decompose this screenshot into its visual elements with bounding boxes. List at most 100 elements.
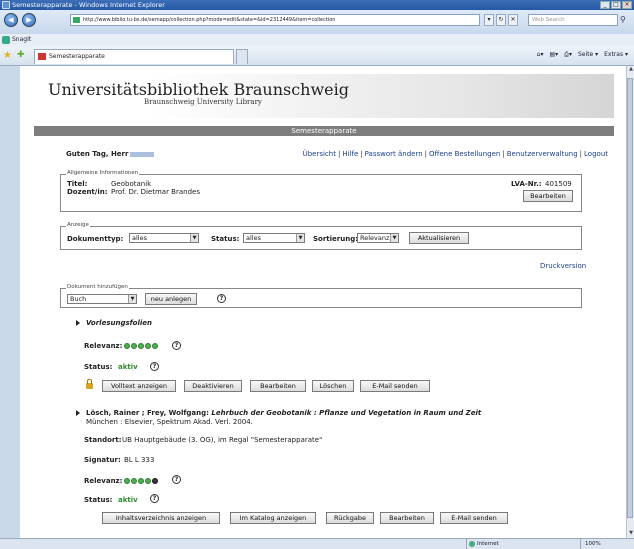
relevance-dot-icon (145, 343, 151, 349)
nav-hilfe[interactable]: Hilfe (342, 150, 358, 158)
add-document-legend: Dokument hinzufügen (66, 284, 129, 290)
relevance-dot-icon (131, 343, 137, 349)
status-select[interactable]: alles ▼ (243, 233, 305, 243)
relevance-dot-icon (138, 478, 144, 484)
page-viewport: Universitätsbibliothek Braunschweig Brau… (20, 66, 626, 538)
item2-publisher: München : Elsevier, Spektrum Akad. Verl.… (86, 418, 253, 426)
forward-button[interactable]: ▶ (22, 13, 36, 27)
signature-value: BL L 333 (124, 456, 155, 464)
lva-value: 401509 (545, 180, 572, 188)
lock-icon (86, 379, 93, 389)
doc-type-select[interactable]: Buch ▼ (67, 294, 137, 304)
address-dropdown-icon[interactable]: ▾ (484, 14, 494, 26)
lecturer-value: Prof. Dr. Dietmar Brandes (111, 188, 200, 196)
expand-triangle-icon[interactable] (76, 410, 80, 416)
item2-edit-button[interactable]: Bearbeiten (380, 512, 434, 524)
library-title: Universitätsbibliothek Braunschweig (48, 80, 350, 99)
scrollbar-thumb[interactable] (627, 78, 633, 518)
status-bar: Internet 100% (0, 538, 634, 549)
title-value: Geobotanik (111, 180, 152, 188)
back-button[interactable]: ◀ (4, 13, 18, 27)
lva-label: LVA-Nr.: (511, 180, 542, 188)
window-title: Semesterapparate - Windows Internet Expl… (12, 1, 165, 9)
item2-email-button[interactable]: E-Mail senden (440, 512, 508, 524)
toc-button[interactable]: Inhaltsverzeichnis anzeigen (102, 512, 220, 524)
return-button[interactable]: Rückgabe (326, 512, 374, 524)
tab-row: ★ ✚ Semesterapparate ⌂▾ ▤▾ ⎙▾ Seite ▾ Ex… (0, 46, 634, 66)
tab-semesterapparate[interactable]: Semesterapparate (34, 49, 234, 64)
chevron-down-icon: ▼ (390, 234, 398, 242)
doctype-label: Dokumenttyp: (67, 235, 124, 243)
item1-email-button[interactable]: E-Mail senden (360, 380, 430, 392)
help-icon[interactable]: ? (172, 475, 181, 484)
address-buttons: ▾ ↻ ✕ (484, 14, 518, 26)
item1-title[interactable]: Vorlesungsfolien (86, 319, 152, 327)
item1-edit-button[interactable]: Bearbeiten (250, 380, 306, 392)
deactivate-button[interactable]: Deaktivieren (184, 380, 242, 392)
ie-icon (2, 1, 10, 9)
extras-menu[interactable]: Extras ▾ (604, 51, 628, 59)
nav-benutzerverwaltung[interactable]: Benutzerverwaltung (507, 150, 578, 158)
item2-status-value: aktiv (118, 496, 138, 504)
close-button[interactable]: × (622, 1, 632, 9)
help-icon[interactable]: ? (217, 294, 226, 303)
new-document-button[interactable]: neu anlegen (145, 293, 197, 305)
help-icon[interactable]: ? (150, 362, 159, 371)
maximize-button[interactable]: □ (611, 1, 621, 9)
globe-icon (469, 541, 475, 547)
print-icon[interactable]: ⎙▾ (564, 51, 572, 59)
minimize-button[interactable]: _ (600, 1, 610, 9)
scroll-down-icon: ▼ (629, 530, 633, 536)
new-tab-button[interactable] (236, 49, 248, 64)
feeds-icon[interactable]: ▤▾ (549, 51, 558, 59)
item2-relevance-label: Relevanz: (84, 477, 123, 485)
doctype-select[interactable]: alles ▼ (129, 233, 199, 243)
relevance-dot-icon (152, 343, 158, 349)
general-info-box: Allgemeine Informationen Titel: Geobotan… (60, 170, 582, 212)
links-toolbar: SnagIt (0, 34, 634, 46)
help-icon[interactable]: ? (172, 341, 181, 350)
general-info-legend: Allgemeine Informationen (66, 170, 140, 176)
edit-general-button[interactable]: Bearbeiten (523, 190, 573, 202)
nav-logout[interactable]: Logout (584, 150, 608, 158)
tab-page-icon (38, 53, 46, 60)
greeting: Guten Tag, Herr (66, 150, 155, 158)
location-value: UB Hauptgebäude (3. OG), im Regal "Semes… (122, 436, 323, 444)
page-favicon-icon (73, 17, 80, 23)
nav-passwort[interactable]: Passwort ändern (365, 150, 423, 158)
add-favorites-icon[interactable]: ✚ (17, 50, 25, 60)
address-bar[interactable]: http://www.biblio.tu-bs.de/semapp/collec… (70, 14, 480, 26)
relevance-dot-icon (145, 478, 151, 484)
refresh-button[interactable]: Aktualisieren (409, 232, 469, 244)
sort-label: Sortierung: (313, 235, 359, 243)
help-icon[interactable]: ? (150, 494, 159, 503)
search-icon[interactable]: ⚲ (620, 15, 626, 24)
delete-button[interactable]: Löschen (312, 380, 354, 392)
print-version-link[interactable]: Druckversion (540, 262, 586, 270)
item2-relevance-dots (124, 478, 158, 484)
zoom-level[interactable]: 100% (580, 539, 601, 549)
catalog-button[interactable]: Im Katalog anzeigen (230, 512, 316, 524)
expand-triangle-icon[interactable] (76, 320, 80, 326)
home-icon[interactable]: ⌂▾ (537, 51, 544, 59)
refresh-icon[interactable]: ↻ (496, 14, 506, 26)
snagit-link[interactable]: SnagIt (12, 36, 31, 43)
item2-title[interactable]: Lösch, Rainer ; Frey, Wolfgang: Lehrbuch… (86, 409, 481, 417)
display-options-box: Anzeige Dokumenttyp: alles ▼ Status: alle… (60, 222, 582, 250)
item1-relevance-dots (124, 343, 158, 349)
tab-title: Semesterapparate (49, 53, 105, 60)
web-search-input[interactable]: Web Search (528, 14, 618, 26)
item1-status-label: Status: (84, 363, 113, 371)
favorites-star-icon[interactable]: ★ (3, 50, 12, 61)
fulltext-button[interactable]: Volltext anzeigen (102, 380, 176, 392)
nav-bestellungen[interactable]: Offene Bestellungen (429, 150, 500, 158)
nav-uebersicht[interactable]: Übersicht (303, 150, 336, 158)
sort-select[interactable]: Relevanz ▼ (357, 233, 399, 243)
page-menu[interactable]: Seite ▾ (578, 51, 598, 59)
item1-relevance-label: Relevanz: (84, 342, 123, 350)
chevron-down-icon: ▼ (296, 234, 304, 242)
stop-icon[interactable]: ✕ (508, 14, 518, 26)
display-legend: Anzeige (66, 222, 90, 228)
window-titlebar: Semesterapparate - Windows Internet Expl… (0, 0, 634, 10)
redacted-name (130, 151, 155, 157)
